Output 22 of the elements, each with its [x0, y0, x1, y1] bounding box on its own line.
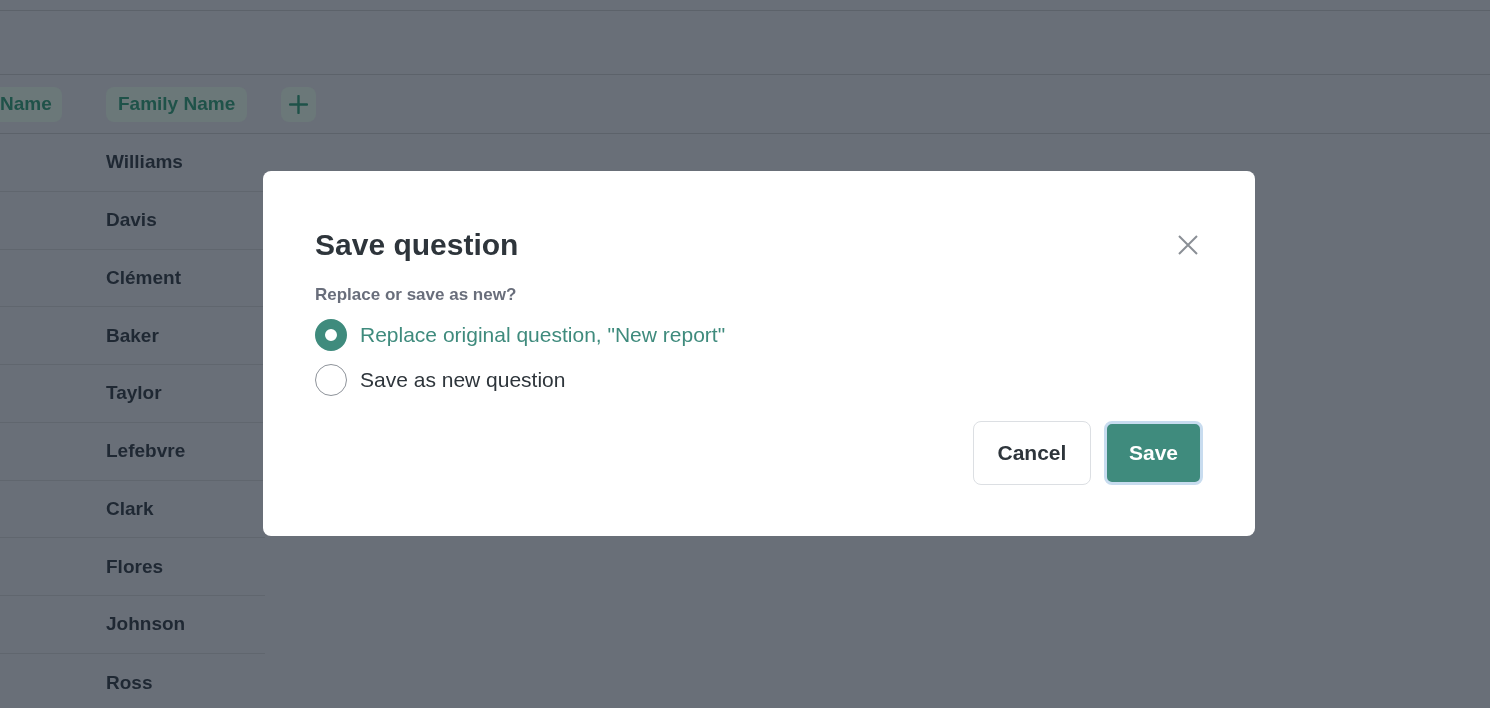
close-icon: [1178, 235, 1198, 255]
question-prompt: Replace or save as new?: [315, 284, 517, 306]
option-label[interactable]: Save as new question: [360, 366, 566, 394]
table-cell: Williams: [106, 151, 183, 174]
dialog-title: Save question: [315, 227, 519, 263]
table-cell: Clark: [106, 497, 154, 520]
add-column-button[interactable]: [281, 86, 316, 122]
table-cell: Davis: [106, 209, 157, 232]
table-cell: Flores: [106, 555, 164, 578]
plus-icon: [289, 94, 308, 114]
table-cell: Ross: [106, 671, 153, 694]
table-cell: Johnson: [106, 613, 186, 636]
radio-button[interactable]: [315, 319, 347, 351]
table-cell: Baker: [106, 324, 159, 347]
close-button[interactable]: [1178, 235, 1198, 255]
option-label[interactable]: Replace original question, "New report": [360, 321, 726, 349]
cancel-button[interactable]: Cancel: [972, 421, 1091, 485]
table-cell: Taylor: [106, 382, 162, 405]
radio-button[interactable]: [315, 364, 347, 396]
table-cell: Clément: [106, 266, 181, 289]
table-cell: Lefebvre: [106, 440, 186, 463]
save-button[interactable]: Save: [1103, 421, 1203, 485]
